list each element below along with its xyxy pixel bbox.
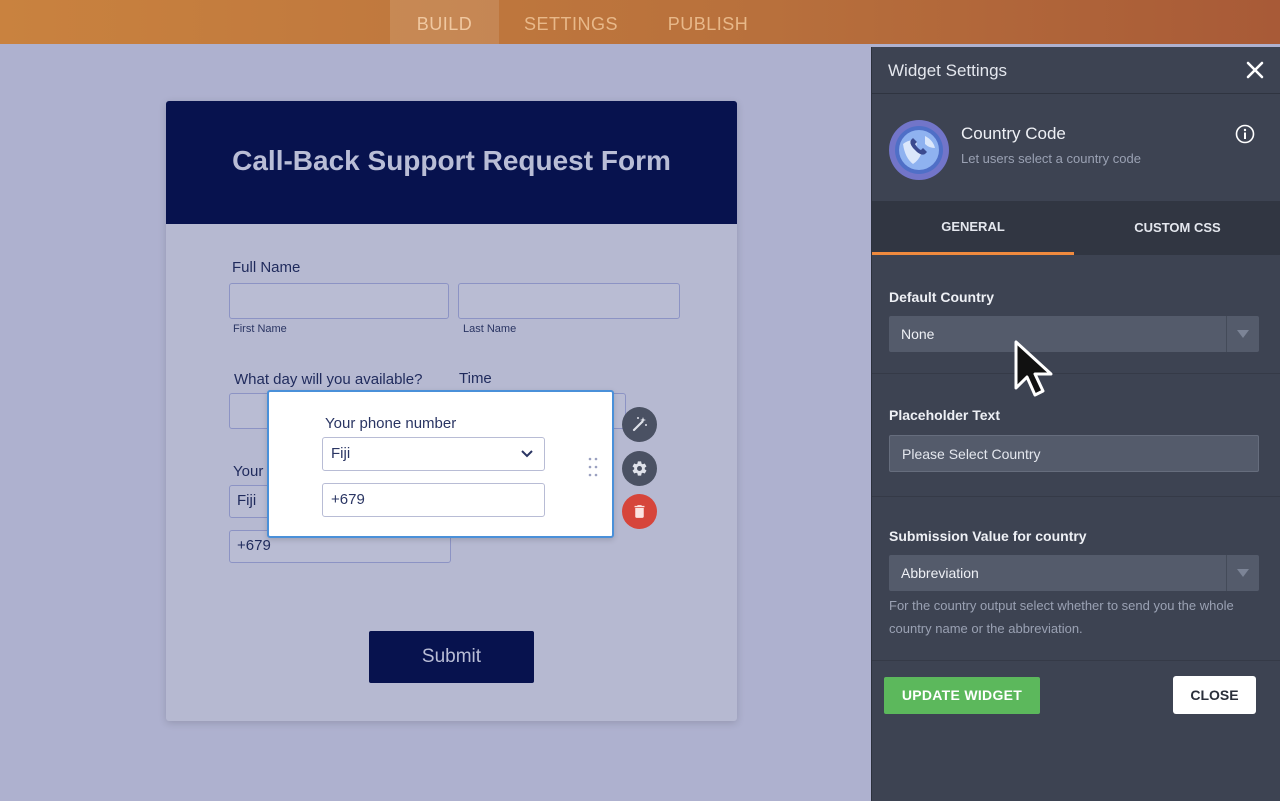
magic-wand-button[interactable]: [622, 407, 657, 442]
phone-globe-icon: [889, 120, 949, 180]
close-button[interactable]: CLOSE: [1173, 676, 1256, 714]
day-label: What day will you available?: [234, 371, 423, 388]
tab-publish[interactable]: PUBLISH: [660, 0, 756, 44]
country-select-value: Fiji: [331, 445, 351, 462]
info-icon[interactable]: [1235, 124, 1255, 144]
panel-header: Widget Settings: [872, 47, 1280, 94]
phone-label: Your: [233, 463, 264, 480]
submission-value-value: Abbreviation: [901, 565, 979, 581]
delete-button[interactable]: [622, 494, 657, 529]
last-name-input[interactable]: [458, 283, 680, 319]
select-divider: [1226, 555, 1227, 591]
default-country-label: Default Country: [889, 289, 994, 305]
last-name-sublabel: Last Name: [463, 323, 517, 335]
submission-value-label: Submission Value for country: [889, 528, 1087, 544]
tab-build[interactable]: BUILD: [390, 0, 499, 44]
submission-value-select[interactable]: Abbreviation: [889, 555, 1259, 591]
gear-icon: [632, 461, 647, 476]
full-name-label: Full Name: [232, 259, 301, 276]
dropdown-arrow-icon: [1237, 569, 1249, 577]
form-title: Call-Back Support Request Form: [232, 145, 671, 176]
close-icon[interactable]: [1245, 60, 1265, 80]
magic-wand-icon: [632, 417, 647, 432]
panel-title: Widget Settings: [888, 61, 1008, 80]
submit-button[interactable]: Submit: [369, 631, 534, 683]
form-header[interactable]: Call-Back Support Request Form: [166, 101, 737, 224]
country-select[interactable]: Fiji: [322, 437, 545, 471]
trash-icon: [634, 505, 645, 518]
default-country-section: Default Country None: [872, 255, 1280, 374]
default-country-select[interactable]: None: [889, 316, 1259, 352]
widget-info-card: Country Code Let users select a country …: [872, 95, 1280, 201]
submission-value-help: For the country output select whether to…: [889, 598, 1234, 636]
tab-general[interactable]: GENERAL: [872, 201, 1074, 255]
chevron-down-icon: [521, 450, 533, 458]
select-divider: [1226, 316, 1227, 352]
placeholder-text-label: Placeholder Text: [889, 407, 1001, 423]
mouse-cursor-icon: [1014, 340, 1053, 397]
update-widget-button[interactable]: UPDATE WIDGET: [884, 677, 1040, 714]
time-label: Time: [459, 370, 492, 387]
first-name-input[interactable]: [229, 283, 449, 319]
drag-handle-icon[interactable]: [587, 456, 599, 478]
phone-number-widget[interactable]: Your phone number Fiji +679: [267, 390, 614, 538]
panel-tabs: GENERAL CUSTOM CSS: [872, 201, 1280, 255]
placeholder-text-input[interactable]: Please Select Country: [889, 435, 1259, 472]
settings-button[interactable]: [622, 451, 657, 486]
placeholder-text-section: Placeholder Text Please Select Country: [872, 374, 1280, 497]
default-country-value: None: [901, 326, 935, 342]
widget-name: Country Code: [961, 124, 1066, 143]
widget-settings-panel: Widget Settings Country Code Let users s…: [871, 47, 1280, 801]
top-bar: BUILD SETTINGS PUBLISH: [0, 0, 1280, 44]
tab-settings[interactable]: SETTINGS: [514, 0, 628, 44]
submission-value-section: Submission Value for country Abbreviatio…: [872, 497, 1280, 661]
dropdown-arrow-icon: [1237, 330, 1249, 338]
first-name-sublabel: First Name: [233, 323, 287, 335]
phone-number-label: Your phone number: [325, 415, 457, 432]
tab-custom-css[interactable]: CUSTOM CSS: [1074, 201, 1280, 255]
country-code-input[interactable]: +679: [322, 483, 545, 517]
widget-description: Let users select a country code: [961, 151, 1141, 166]
